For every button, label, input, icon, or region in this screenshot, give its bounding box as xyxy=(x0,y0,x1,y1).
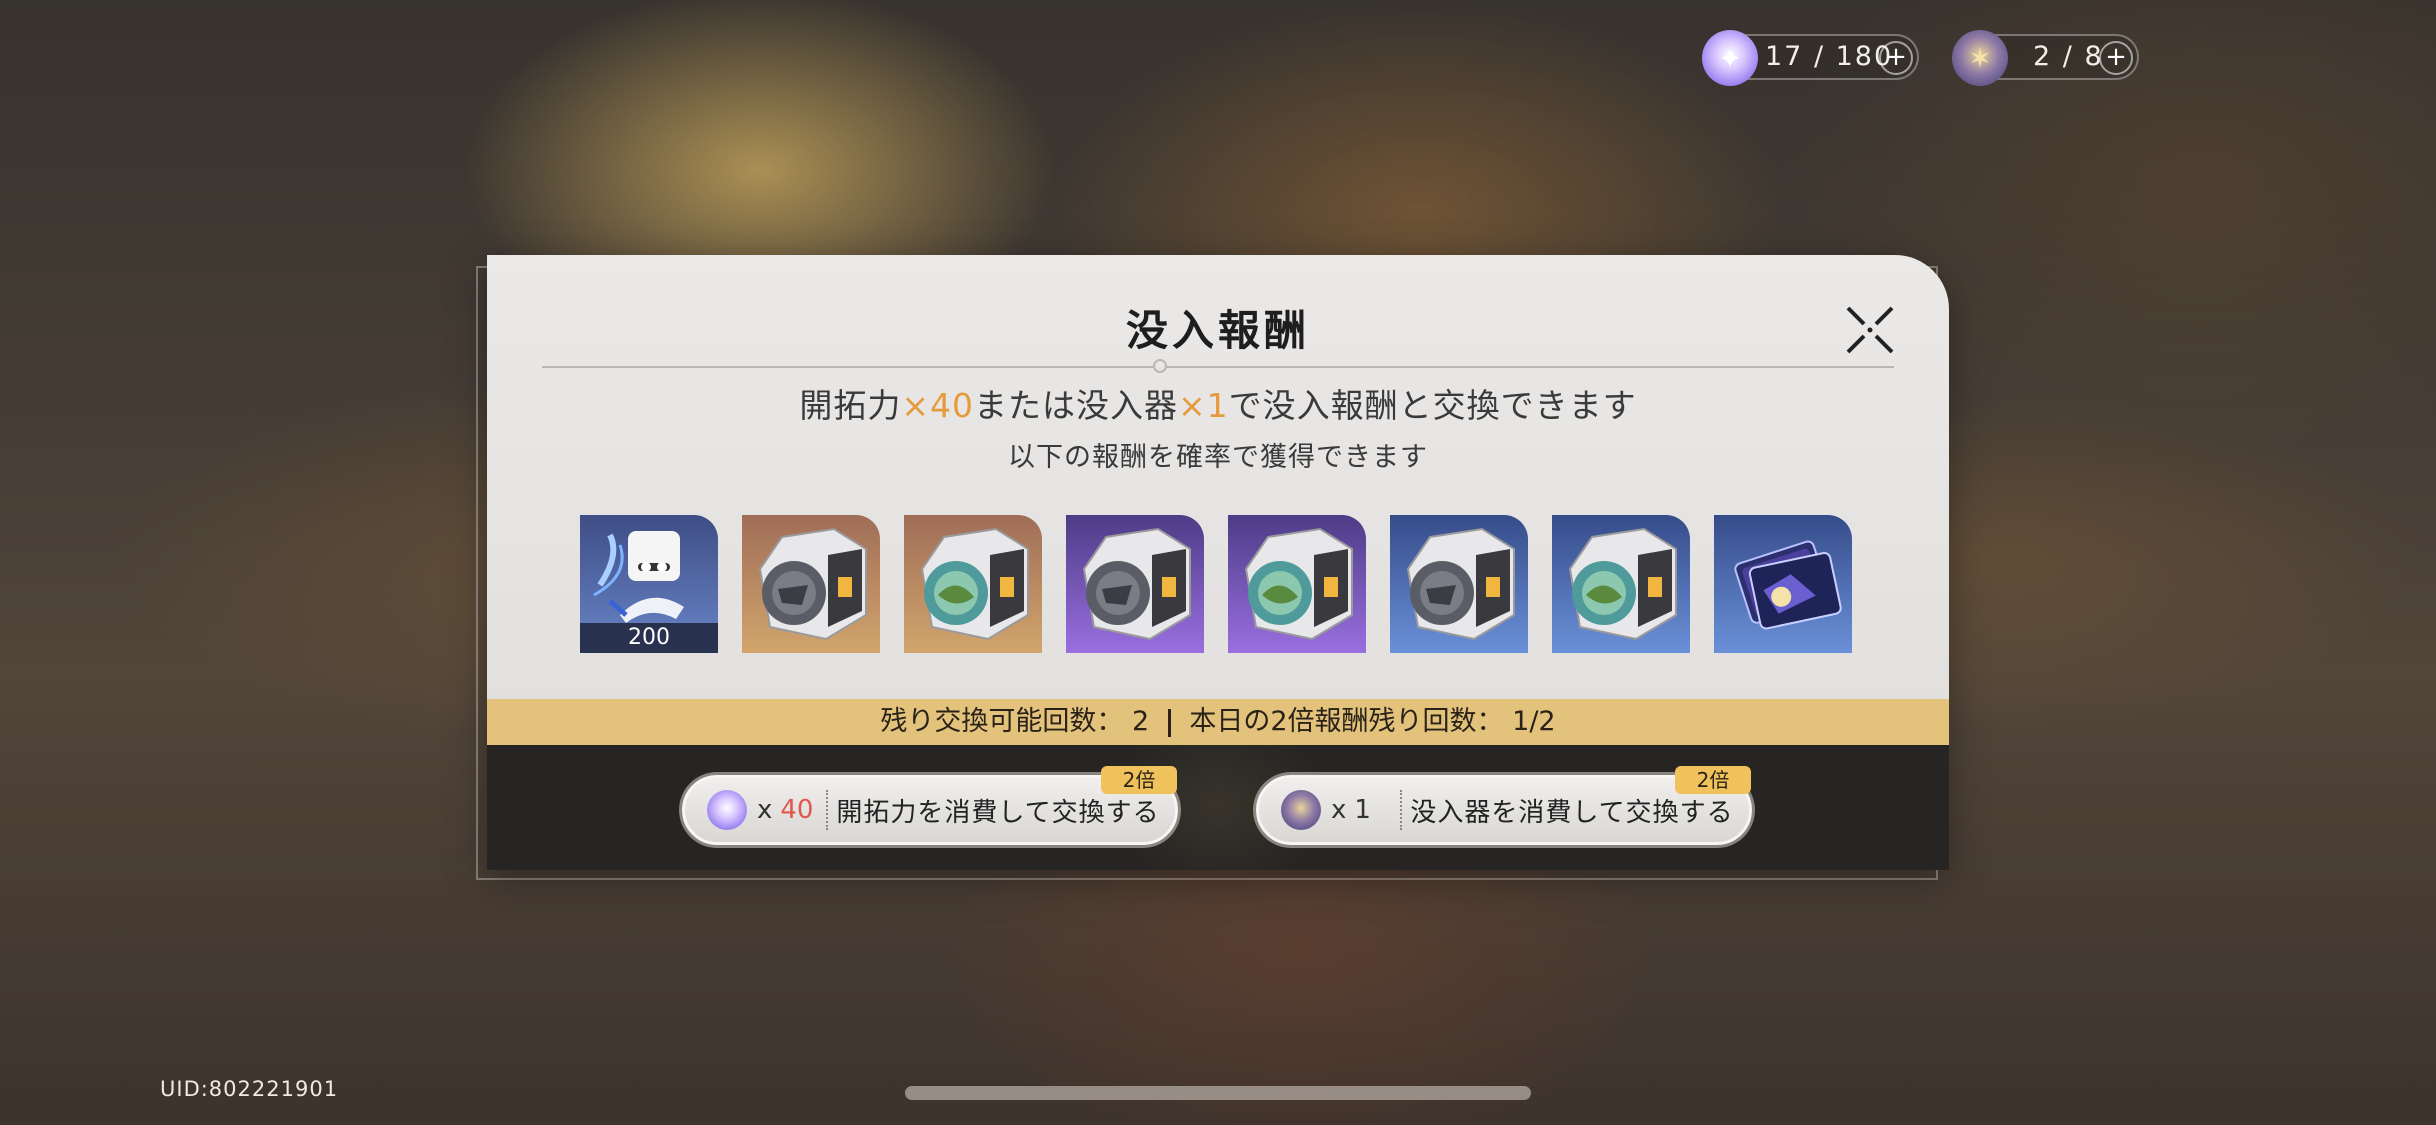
power-cost: 40 xyxy=(780,795,814,825)
reward-item[interactable] xyxy=(1390,515,1528,653)
immersifier-counter: ✶ 2 / 8 + xyxy=(1952,30,2139,86)
home-indicator[interactable] xyxy=(905,1086,1531,1100)
relic-green-orb-icon xyxy=(920,527,1029,641)
trailblaze-power-icon xyxy=(707,790,747,830)
device-cost: 1 xyxy=(1354,795,1371,825)
immersifier-icon: ✶ xyxy=(1952,30,2008,86)
reward-item[interactable] xyxy=(1228,515,1366,653)
exchange-with-device-label: 没入器を消費して交換する xyxy=(1410,797,1734,828)
multiplier-x: x xyxy=(1331,795,1347,825)
reward-item[interactable] xyxy=(742,515,880,653)
card-pass-icon xyxy=(1734,540,1842,630)
relic-green-orb-icon xyxy=(1244,527,1353,641)
add-immersifier-button[interactable]: + xyxy=(2099,41,2133,75)
relic-dark-orb-icon xyxy=(1082,527,1191,641)
remaining-count-value: 2 xyxy=(1131,706,1150,737)
button-divider xyxy=(826,790,829,830)
remaining-count-label: 残り交換可能回数： xyxy=(880,706,1124,737)
reward-count: 200 xyxy=(580,623,718,653)
desc-text-tail: で没入報酬と交換できます xyxy=(1228,386,1637,425)
trailblaze-power-value: 17 / 180 xyxy=(1765,41,1894,72)
exchange-with-device-button[interactable]: x 1 没入器を消費して交換する 2倍 xyxy=(1256,766,1752,845)
exchange-count-bar: 残り交換可能回数： 2 本日の2倍報酬残り回数： 1/2 xyxy=(487,699,1949,745)
reward-list: 200 xyxy=(580,515,1880,655)
exchange-with-power-button[interactable]: x 40 開拓力を消費して交換する 2倍 xyxy=(682,766,1178,845)
reward-item[interactable] xyxy=(1714,515,1852,653)
count-separator xyxy=(1167,708,1171,737)
relic-dark-orb-icon xyxy=(758,527,867,641)
reward-item[interactable] xyxy=(1552,515,1690,653)
double-badge: 2倍 xyxy=(1101,766,1177,794)
add-trailblaze-power-button[interactable]: + xyxy=(1879,41,1913,75)
action-area: x 40 開拓力を消費して交換する 2倍 x 1 没入器を消費して交換する 2倍 xyxy=(487,745,1949,870)
desc-text-device: または没入器 xyxy=(974,386,1178,425)
probability-note: 以下の報酬を確率で獲得できます xyxy=(1008,442,1428,473)
immersifier-value: 2 / 8 xyxy=(2033,41,2104,72)
multiplier-x: x xyxy=(757,795,773,825)
title-divider xyxy=(542,366,1894,368)
close-button[interactable] xyxy=(1842,302,1898,358)
double-badge: 2倍 xyxy=(1675,766,1751,794)
double-reward-value: 1/2 xyxy=(1512,706,1556,737)
user-id: UID:802221901 xyxy=(160,1077,339,1101)
desc-power-multiplier: ×40 xyxy=(901,386,974,425)
relic-green-orb-icon xyxy=(1568,527,1677,641)
immersion-reward-modal: 没入報酬 開拓力×40または没入器×1で没入報酬と交換できます 以下の報酬を確率… xyxy=(487,255,1949,870)
trailblaze-power-counter: ✦ 17 / 180 + xyxy=(1702,30,1919,86)
divider-ornament xyxy=(1153,359,1167,373)
close-icon xyxy=(1846,306,1894,354)
button-divider xyxy=(1400,790,1403,830)
desc-text-power: 開拓力 xyxy=(799,386,902,425)
exchange-description: 開拓力×40または没入器×1で没入報酬と交換できます xyxy=(487,379,1949,427)
reward-item[interactable] xyxy=(904,515,1042,653)
relic-dark-orb-icon xyxy=(1406,527,1515,641)
reward-item[interactable]: 200 xyxy=(580,515,718,653)
exchange-with-power-label: 開拓力を消費して交換する xyxy=(836,797,1160,828)
desc-device-multiplier: ×1 xyxy=(1178,386,1229,425)
trailblaze-power-icon: ✦ xyxy=(1702,30,1758,86)
reward-item[interactable] xyxy=(1066,515,1204,653)
immersifier-icon xyxy=(1281,790,1321,830)
double-reward-label: 本日の2倍報酬残り回数： xyxy=(1189,706,1504,737)
modal-title: 没入報酬 xyxy=(1125,306,1310,355)
